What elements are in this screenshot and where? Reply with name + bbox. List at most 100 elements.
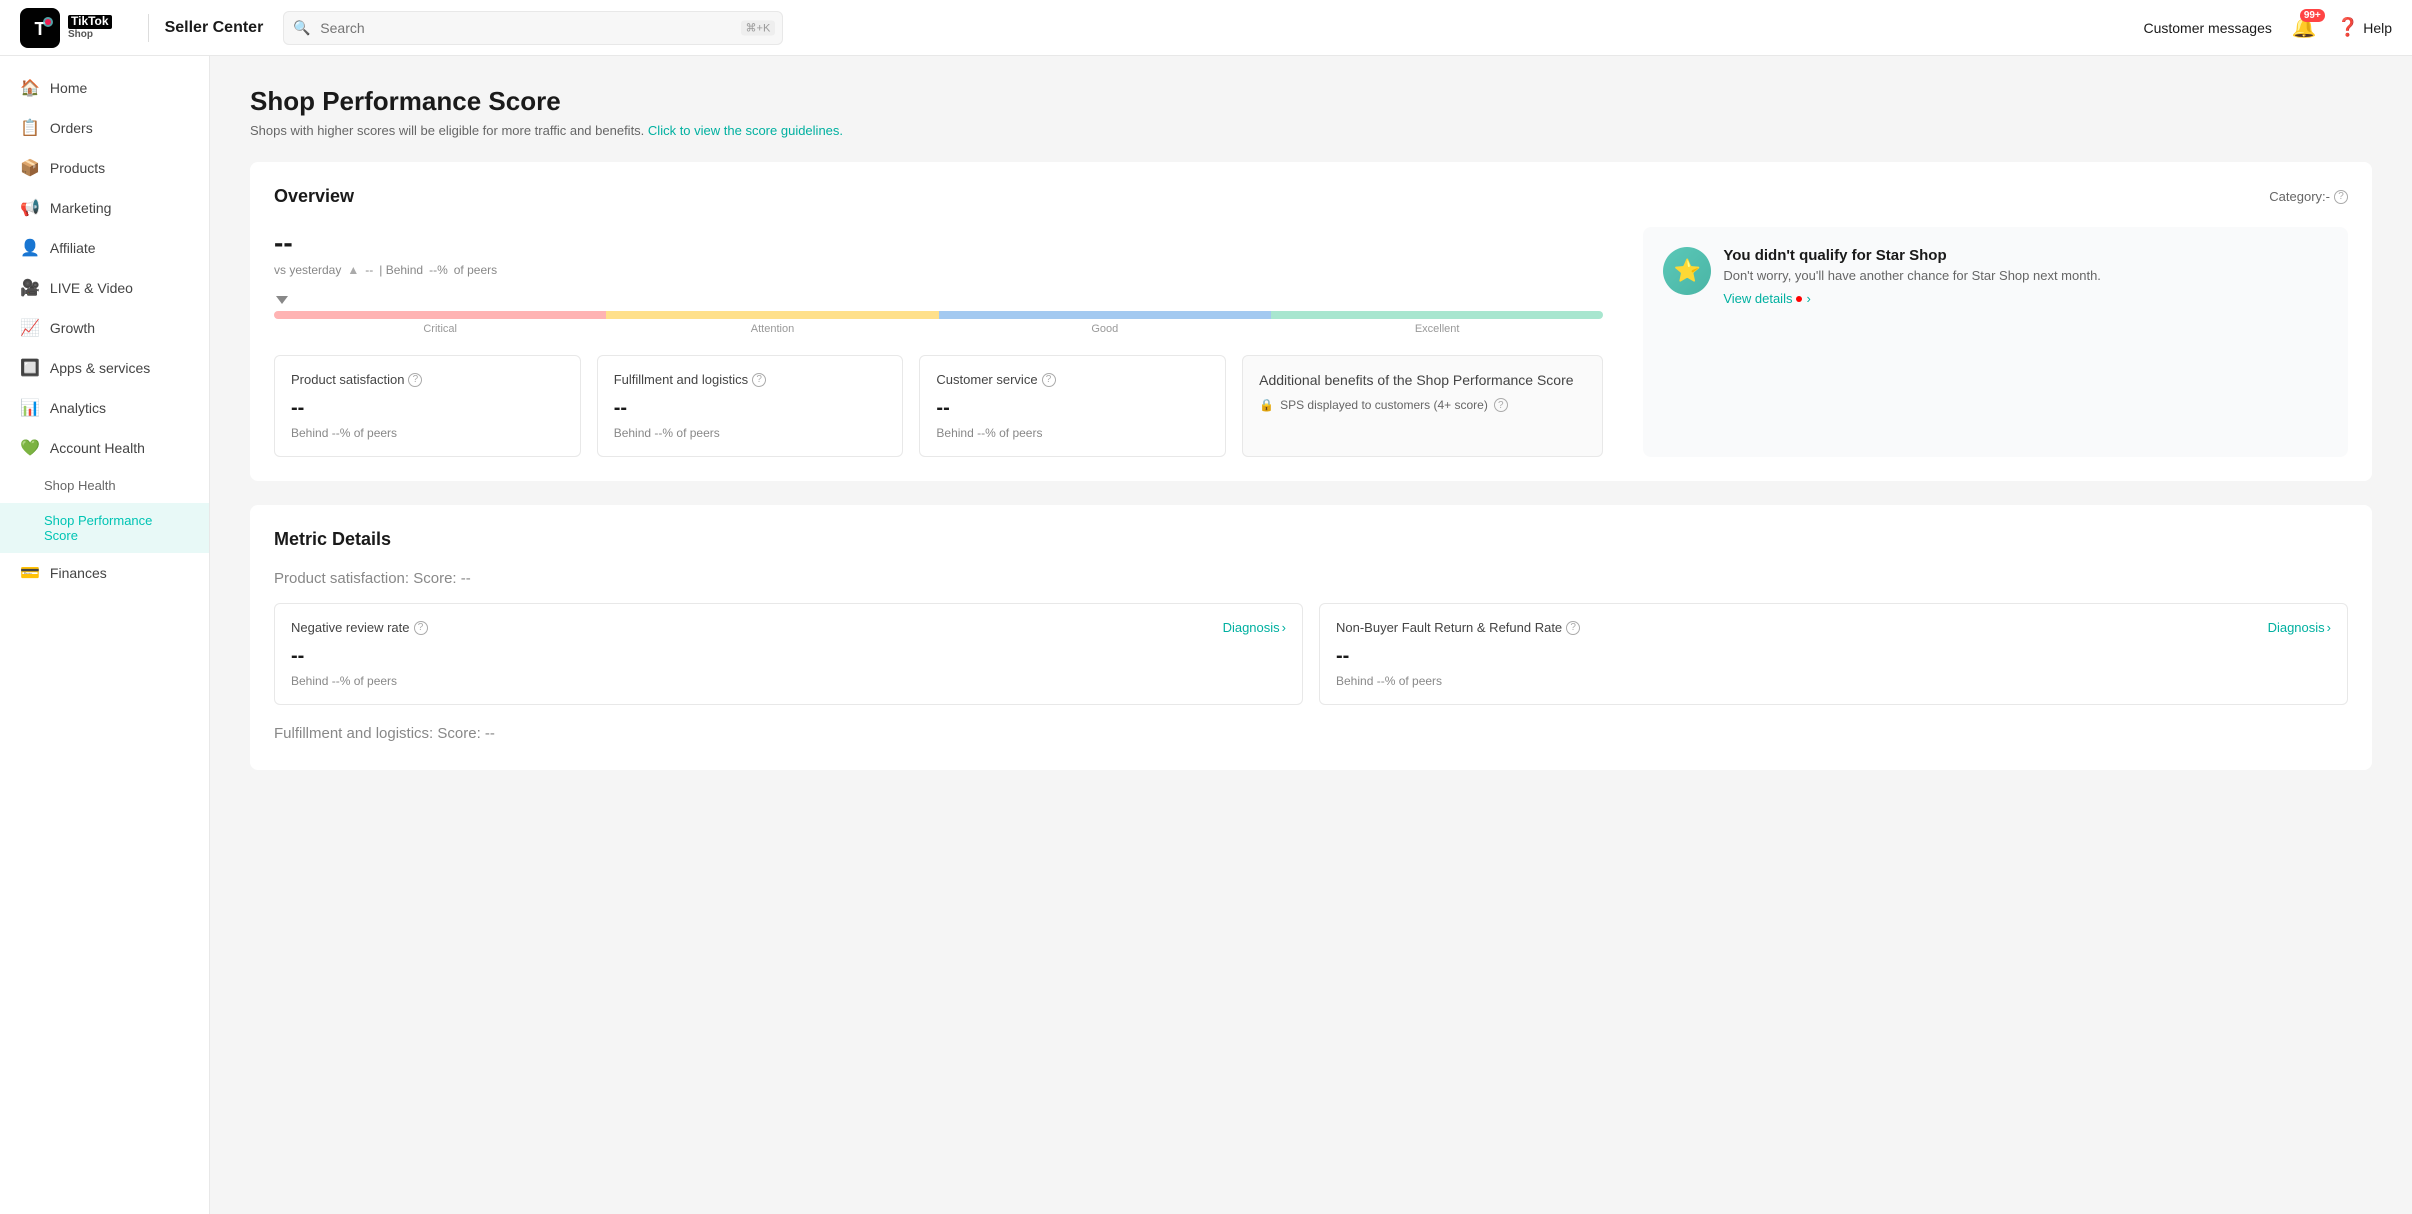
sidebar-item-orders[interactable]: 📋 Orders xyxy=(0,108,209,148)
page-title: Shop Performance Score xyxy=(250,86,2372,117)
fulfillment-info-icon[interactable]: ? xyxy=(752,373,766,387)
view-details-link[interactable]: View details › xyxy=(1723,291,2101,306)
chevron-icon: › xyxy=(1806,291,1810,306)
diagnosis-chevron-1: › xyxy=(1282,620,1286,635)
red-dot xyxy=(1796,296,1802,302)
shop-label: Shop xyxy=(68,29,112,40)
return-refund-info-icon[interactable]: ? xyxy=(1566,621,1580,635)
diagnosis-card-return-refund: Non-Buyer Fault Return & Refund Rate ? D… xyxy=(1319,603,2348,705)
diagnosis-peers-2: Behind --% of peers xyxy=(1336,674,2331,688)
vs-yesterday: vs yesterday xyxy=(274,263,341,277)
sidebar-item-account-health[interactable]: 💚 Account Health xyxy=(0,428,209,468)
fulfillment-score: Score: -- xyxy=(437,725,495,742)
star-shop-icon: ⭐ xyxy=(1663,247,1711,295)
product-satisfaction-label: Product satisfaction: Score: -- xyxy=(274,570,2348,587)
sidebar-label-products: Products xyxy=(50,160,105,176)
sidebar-item-shop-health[interactable]: Shop Health xyxy=(0,468,209,503)
diagnosis-chevron-2: › xyxy=(2327,620,2331,635)
products-icon: 📦 xyxy=(20,158,40,178)
bar-label-excellent: Excellent xyxy=(1271,323,1603,335)
sidebar-label-finances: Finances xyxy=(50,565,107,581)
diagnosis-value-1: -- xyxy=(291,645,1286,668)
sidebar-item-live-video[interactable]: 🎥 LIVE & Video xyxy=(0,268,209,308)
negative-review-info-icon[interactable]: ? xyxy=(414,621,428,635)
diagnosis-peers-1: Behind --% of peers xyxy=(291,674,1286,688)
help-label: Help xyxy=(2363,20,2392,36)
seller-center-title: Seller Center xyxy=(165,19,264,37)
metric-card-fulfillment: Fulfillment and logistics ? -- Behind --… xyxy=(597,355,904,457)
product-info-icon[interactable]: ? xyxy=(408,373,422,387)
sidebar-item-apps[interactable]: 🔲 Apps & services xyxy=(0,348,209,388)
guideline-link[interactable]: Click to view the score guidelines. xyxy=(648,123,843,138)
sidebar-label-shop-health: Shop Health xyxy=(44,478,116,493)
sidebar-item-analytics[interactable]: 📊 Analytics xyxy=(0,388,209,428)
sidebar-item-products[interactable]: 📦 Products xyxy=(0,148,209,188)
sidebar-label-apps: Apps & services xyxy=(50,360,150,376)
star-shop-desc: Don't worry, you'll have another chance … xyxy=(1723,268,2101,283)
growth-icon: 📈 xyxy=(20,318,40,338)
metric-peers-product: Behind --% of peers xyxy=(291,426,564,440)
sidebar-label-marketing: Marketing xyxy=(50,200,111,216)
metric-score-customer: -- xyxy=(936,397,1209,420)
overview-body: -- vs yesterday ▲ -- | Behind --% of pee… xyxy=(274,227,2348,457)
finances-icon: 💳 xyxy=(20,563,40,583)
tiktok-label: TikTok xyxy=(68,15,112,28)
sidebar-item-finances[interactable]: 💳 Finances xyxy=(0,553,209,593)
metric-details-title: Metric Details xyxy=(274,529,2348,550)
metric-peers-fulfillment: Behind --% of peers xyxy=(614,426,887,440)
diagnosis-value-2: -- xyxy=(1336,645,2331,668)
metric-card-customer: Customer service ? -- Behind --% of peer… xyxy=(919,355,1226,457)
app-logo[interactable]: T TikTok Shop xyxy=(20,8,112,48)
bar-critical xyxy=(274,311,606,319)
star-shop-card: ⭐ You didn't qualify for Star Shop Don't… xyxy=(1663,247,2101,306)
apps-icon: 🔲 xyxy=(20,358,40,378)
trend-arrow: ▲ xyxy=(347,263,359,277)
trend-value: -- xyxy=(365,263,373,277)
bar-label-critical: Critical xyxy=(274,323,606,335)
score-bar xyxy=(274,311,1603,319)
bar-label-attention: Attention xyxy=(606,323,938,335)
sidebar-item-home[interactable]: 🏠 Home xyxy=(0,68,209,108)
tiktok-shop-logo: T xyxy=(20,8,60,48)
customer-info-icon[interactable]: ? xyxy=(1042,373,1056,387)
behind-value: --% xyxy=(429,263,448,277)
score-indicator xyxy=(276,296,288,304)
subtitle-text: Shops with higher scores will be eligibl… xyxy=(250,123,644,138)
customer-messages-link[interactable]: Customer messages xyxy=(2143,20,2271,36)
product-satisfaction-score: Score: -- xyxy=(413,570,471,587)
metric-card-product: Product satisfaction ? -- Behind --% of … xyxy=(274,355,581,457)
sidebar-label-analytics: Analytics xyxy=(50,400,106,416)
metric-score-fulfillment: -- xyxy=(614,397,887,420)
nav-divider xyxy=(148,14,149,42)
affiliate-icon: 👤 xyxy=(20,238,40,258)
diagnosis-link-2[interactable]: Diagnosis › xyxy=(2268,620,2331,635)
fulfillment-section-label: Fulfillment and logistics: Score: -- xyxy=(274,725,2348,742)
sidebar-item-marketing[interactable]: 📢 Marketing xyxy=(0,188,209,228)
metric-card-benefits: Additional benefits of the Shop Performa… xyxy=(1242,355,1603,457)
page-subtitle: Shops with higher scores will be eligibl… xyxy=(250,123,2372,138)
diagnosis-link-1[interactable]: Diagnosis › xyxy=(1223,620,1286,635)
star-shop-panel: ⭐ You didn't qualify for Star Shop Don't… xyxy=(1643,227,2348,457)
diagnosis-card-header-2: Non-Buyer Fault Return & Refund Rate ? D… xyxy=(1336,620,2331,635)
sidebar-item-affiliate[interactable]: 👤 Affiliate xyxy=(0,228,209,268)
score-meta: vs yesterday ▲ -- | Behind --% of peers xyxy=(274,263,1603,277)
sps-info-icon[interactable]: ? xyxy=(1494,398,1508,412)
sidebar-label-account-health: Account Health xyxy=(50,440,145,456)
sidebar-label-orders: Orders xyxy=(50,120,93,136)
diagnosis-row: Negative review rate ? Diagnosis › -- Be… xyxy=(274,603,2348,705)
top-navbar: T TikTok Shop Seller Center 🔍 ⌘+K Custom… xyxy=(0,0,2412,56)
search-input[interactable] xyxy=(283,11,783,45)
diagnosis-card-title-1: Negative review rate ? xyxy=(291,620,428,635)
sidebar-item-growth[interactable]: 📈 Growth xyxy=(0,308,209,348)
bar-label-good: Good xyxy=(939,323,1271,335)
overview-header: Overview Category:- ? xyxy=(274,186,2348,207)
overview-title: Overview xyxy=(274,186,354,207)
sidebar-label-growth: Growth xyxy=(50,320,95,336)
help-button[interactable]: ❓ Help xyxy=(2337,17,2392,38)
main-content: Shop Performance Score Shops with higher… xyxy=(210,56,2412,1214)
category-info-icon[interactable]: ? xyxy=(2334,190,2348,204)
sidebar-label-live: LIVE & Video xyxy=(50,280,133,296)
search-bar[interactable]: 🔍 ⌘+K xyxy=(283,11,783,45)
sidebar-item-shop-performance[interactable]: Shop Performance Score xyxy=(0,503,209,553)
notifications-button[interactable]: 🔔 99+ xyxy=(2292,15,2317,40)
